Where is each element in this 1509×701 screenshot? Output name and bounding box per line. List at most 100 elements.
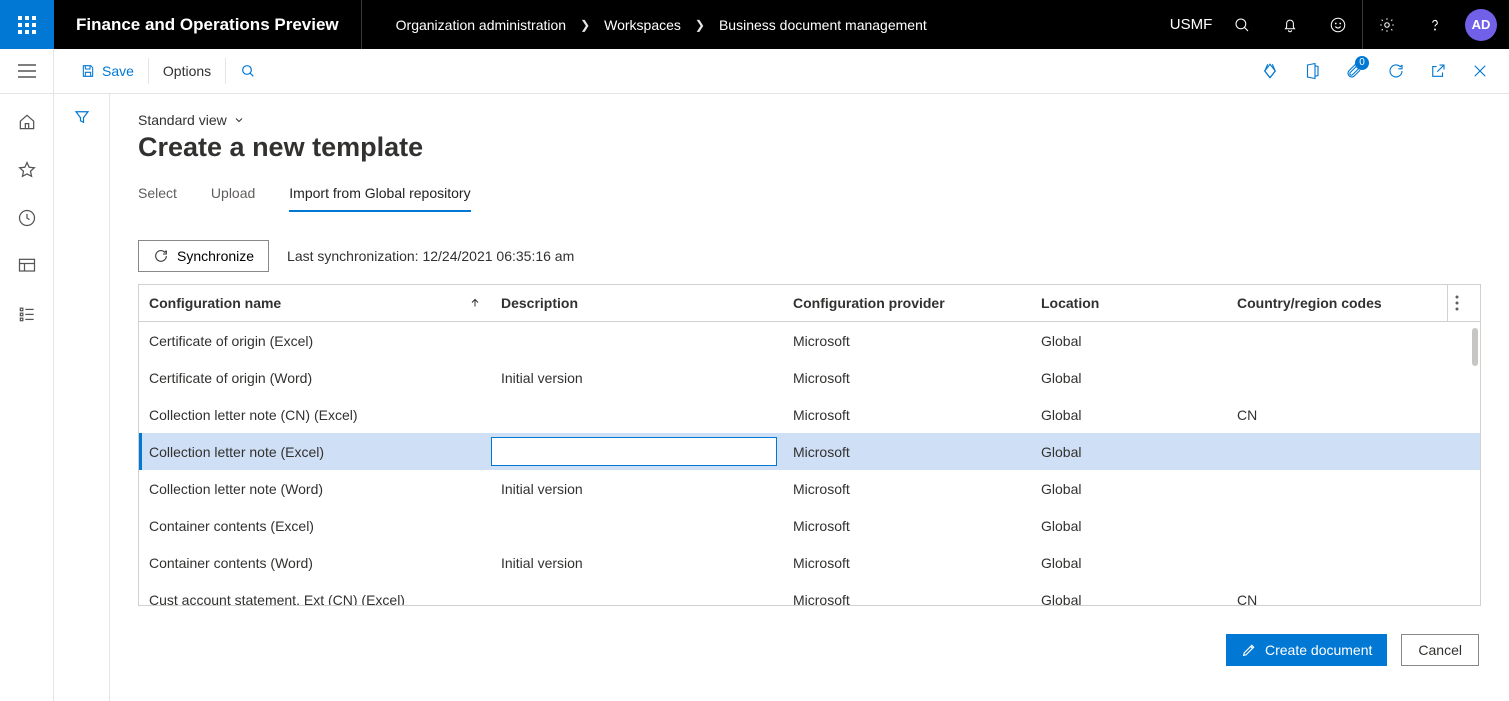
table-row[interactable]: Collection letter note (CN) (Excel)Micro… <box>139 396 1480 433</box>
pencil-icon <box>1241 642 1257 658</box>
table-row[interactable]: Certificate of origin (Excel)MicrosoftGl… <box>139 322 1480 359</box>
filter-icon[interactable] <box>73 108 91 126</box>
popout-icon <box>1429 62 1447 80</box>
office-button[interactable] <box>1293 49 1331 94</box>
table-row[interactable]: Collection letter note (Excel)MicrosoftG… <box>139 433 1480 470</box>
office-icon <box>1303 62 1321 80</box>
table-row[interactable]: Container contents (Excel)MicrosoftGloba… <box>139 507 1480 544</box>
action-bar: Save Options 0 <box>54 49 1509 94</box>
description-cell-input[interactable] <box>491 437 777 466</box>
col-codes[interactable]: Country/region codes <box>1227 285 1447 321</box>
breadcrumb-item[interactable]: Workspaces <box>604 17 681 33</box>
refresh-icon <box>153 248 169 264</box>
chevron-right-icon: ❯ <box>580 18 590 32</box>
table-row[interactable]: Collection letter note (Word)Initial ver… <box>139 470 1480 507</box>
legal-entity-picker[interactable]: USMF <box>1170 0 1218 49</box>
table-header: Configuration name Description Configura… <box>139 285 1480 322</box>
app-launcher-button[interactable] <box>0 0 54 49</box>
options-label: Options <box>163 63 211 79</box>
scrollbar-thumb[interactable] <box>1472 328 1478 366</box>
last-sync-label: Last synchronization: 12/24/2021 06:35:1… <box>287 248 574 264</box>
diamond-icon <box>1261 62 1279 80</box>
separator <box>225 58 226 84</box>
smiley-icon <box>1329 16 1347 34</box>
tabs: Select Upload Import from Global reposit… <box>138 185 1481 212</box>
bell-icon <box>1281 16 1299 34</box>
page-title: Create a new template <box>138 132 1481 163</box>
col-description[interactable]: Description <box>491 285 783 321</box>
nav-collapse-button[interactable] <box>0 49 54 93</box>
main: Standard view Create a new template Sele… <box>0 94 1509 701</box>
synchronize-button[interactable]: Synchronize <box>138 240 269 272</box>
kebab-icon <box>1455 295 1459 311</box>
nav-modules[interactable] <box>17 304 37 324</box>
table-row[interactable]: Container contents (Word)Initial version… <box>139 544 1480 581</box>
clock-icon <box>17 208 37 228</box>
column-options-button[interactable] <box>1447 285 1465 321</box>
view-label: Standard view <box>138 112 227 128</box>
synchronize-label: Synchronize <box>177 248 254 264</box>
attachments-button[interactable]: 0 <box>1335 49 1373 94</box>
attachments-badge: 0 <box>1355 56 1369 70</box>
tab-import[interactable]: Import from Global repository <box>289 185 470 212</box>
close-button[interactable] <box>1461 49 1499 94</box>
sort-asc-icon <box>469 297 481 309</box>
col-config-name[interactable]: Configuration name <box>139 285 491 321</box>
col-location[interactable]: Location <box>1031 285 1227 321</box>
nav-home[interactable] <box>17 112 37 132</box>
breadcrumb: Organization administration ❯ Workspaces… <box>362 17 927 33</box>
filter-column <box>54 94 110 701</box>
user-avatar[interactable]: AD <box>1465 9 1497 41</box>
table-row[interactable]: Certificate of origin (Word)Initial vers… <box>139 359 1480 396</box>
star-icon <box>17 160 37 180</box>
save-label: Save <box>102 63 134 79</box>
search-icon <box>1233 16 1251 34</box>
create-document-button[interactable]: Create document <box>1226 634 1387 666</box>
table-body: Certificate of origin (Excel)MicrosoftGl… <box>139 322 1480 605</box>
close-icon <box>1471 62 1489 80</box>
settings-button[interactable] <box>1363 0 1411 49</box>
tab-select[interactable]: Select <box>138 185 177 212</box>
breadcrumb-item[interactable]: Business document management <box>719 17 927 33</box>
cancel-button[interactable]: Cancel <box>1401 634 1479 666</box>
diamond-button[interactable] <box>1251 49 1289 94</box>
popout-button[interactable] <box>1419 49 1457 94</box>
topbar-right: USMF AD <box>1170 0 1509 49</box>
config-table: Configuration name Description Configura… <box>138 284 1481 606</box>
action-bar-right: 0 <box>1251 49 1509 94</box>
nav-workspaces[interactable] <box>17 256 37 276</box>
table-row[interactable]: Cust account statement, Ext (CN) (Excel)… <box>139 581 1480 605</box>
app-title: Finance and Operations Preview <box>54 0 362 49</box>
nav-favorites[interactable] <box>17 160 37 180</box>
feedback-button[interactable] <box>1314 0 1362 49</box>
notifications-button[interactable] <box>1266 0 1314 49</box>
chevron-down-icon <box>233 114 245 126</box>
separator <box>148 58 149 84</box>
modules-icon <box>17 304 37 324</box>
sync-row: Synchronize Last synchronization: 12/24/… <box>138 240 1481 272</box>
refresh-button[interactable] <box>1377 49 1415 94</box>
help-icon <box>1426 16 1444 34</box>
search-button[interactable] <box>1218 0 1266 49</box>
gear-icon <box>1378 16 1396 34</box>
hamburger-icon <box>18 64 36 78</box>
create-document-label: Create document <box>1265 642 1372 658</box>
home-icon <box>17 112 37 132</box>
help-button[interactable] <box>1411 0 1459 49</box>
refresh-icon <box>1387 62 1405 80</box>
top-bar: Finance and Operations Preview Organizat… <box>0 0 1509 49</box>
save-button[interactable]: Save <box>68 49 146 93</box>
waffle-icon <box>18 16 36 34</box>
options-button[interactable]: Options <box>151 49 223 93</box>
action-bar-row: Save Options 0 <box>0 49 1509 94</box>
tab-upload[interactable]: Upload <box>211 185 255 212</box>
nav-recent[interactable] <box>17 208 37 228</box>
breadcrumb-item[interactable]: Organization administration <box>396 17 566 33</box>
left-nav-rail <box>0 94 54 701</box>
save-icon <box>80 63 96 79</box>
page-search-button[interactable] <box>228 49 268 93</box>
col-provider[interactable]: Configuration provider <box>783 285 1031 321</box>
search-icon <box>240 63 256 79</box>
view-selector[interactable]: Standard view <box>138 112 1481 128</box>
footer-buttons: Create document Cancel <box>138 634 1481 684</box>
